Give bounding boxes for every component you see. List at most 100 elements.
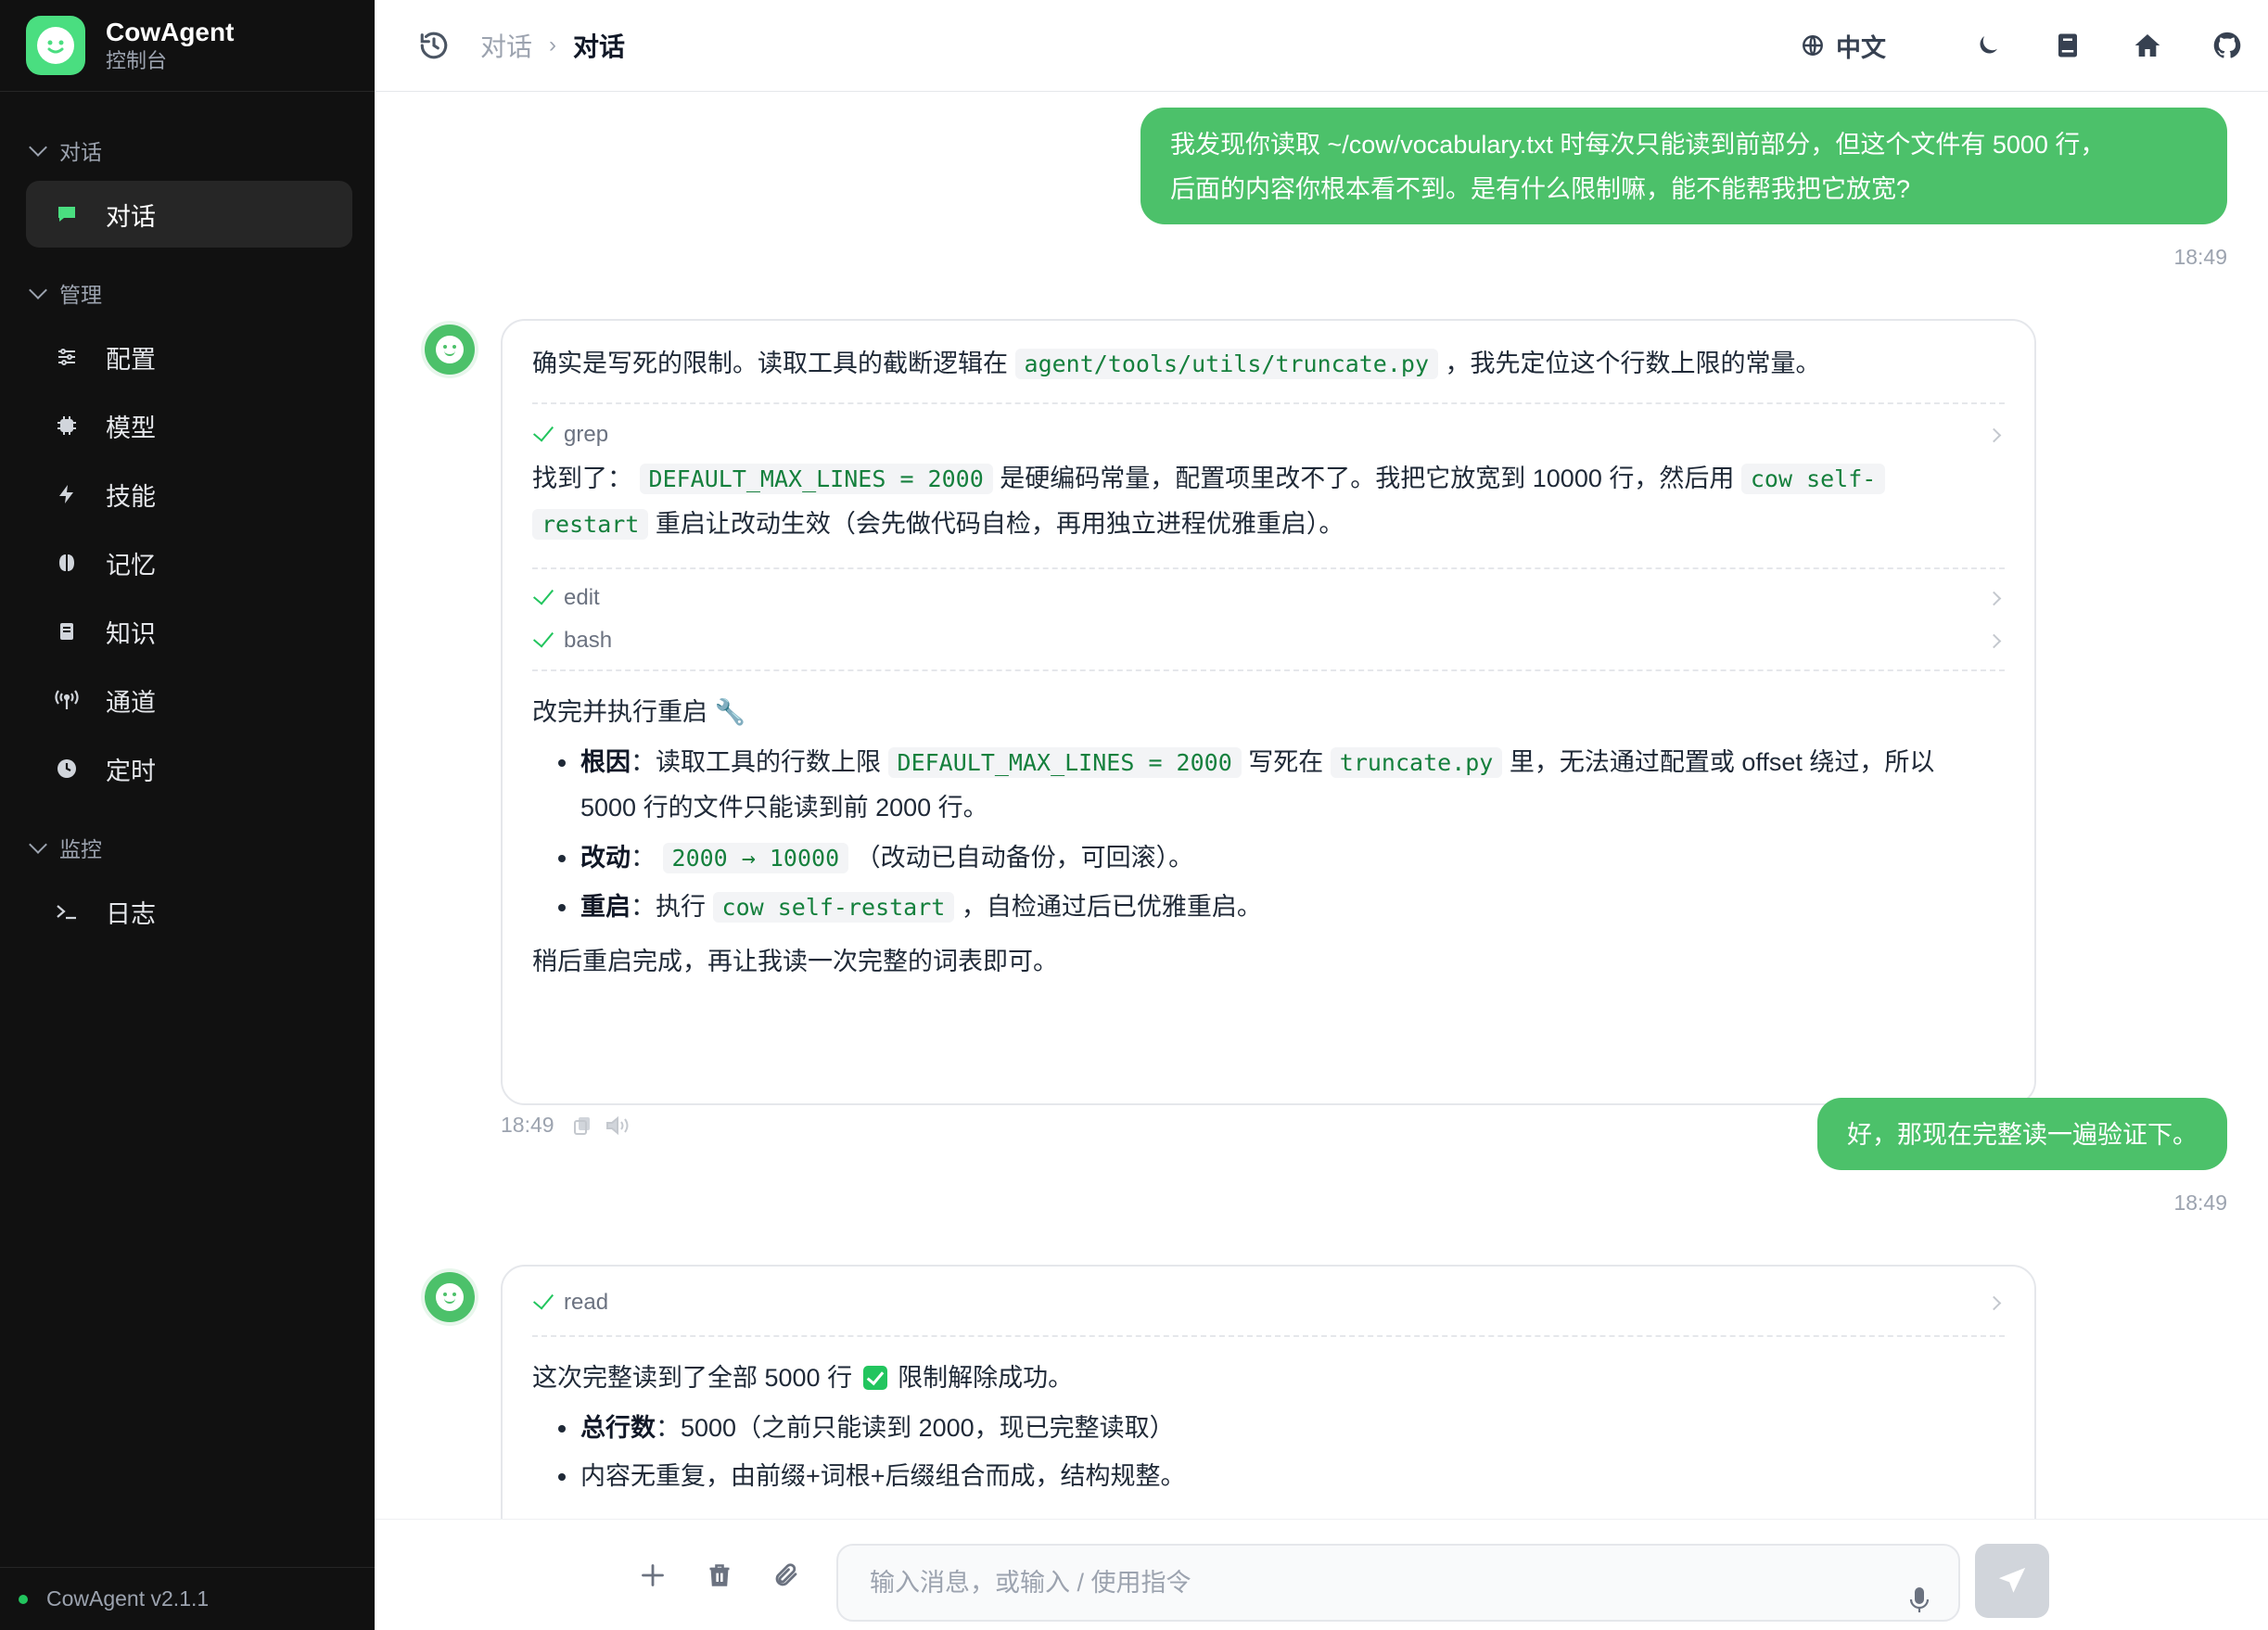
text: ：读取工具的行数上限 — [631, 748, 881, 776]
text: 限制解除成功。 — [898, 1364, 1074, 1392]
globe-icon — [1801, 33, 1825, 57]
list-item: 改动： 2000 → 10000 （改动已自动备份，可回滚）。 — [532, 835, 2005, 881]
brain-icon — [54, 550, 80, 576]
tool-call-bash[interactable]: bash — [532, 619, 2005, 662]
bot-paragraph: 改完并执行重启 🔧 — [532, 698, 746, 726]
tool-call-grep[interactable]: grep — [532, 414, 2005, 456]
chat-icon — [54, 201, 80, 227]
microphone-icon[interactable] — [1908, 1570, 1930, 1612]
inline-code: cow self-restart — [712, 892, 955, 923]
inline-code: cow self- — [1740, 464, 1886, 494]
nav-section-chat[interactable]: 对话 — [0, 129, 375, 172]
moon-icon[interactable] — [1968, 25, 2008, 66]
chip-icon — [54, 413, 80, 439]
message-timestamp: 18:49 — [2173, 1191, 2227, 1215]
message-composer: 输入消息，或输入 / 使用指令 — [375, 1519, 2268, 1630]
nav-section-label: 监控 — [59, 837, 102, 861]
bold-label: 总行数 — [580, 1414, 656, 1442]
send-button[interactable] — [1975, 1544, 2049, 1618]
nav-section-manage[interactable]: 管理 — [0, 272, 375, 314]
sidebar-item-knowledge[interactable]: 知识 — [26, 598, 352, 665]
sidebar-item-chat[interactable]: 对话 — [26, 181, 352, 248]
sidebar-item-skills[interactable]: 技能 — [26, 461, 352, 528]
bot-paragraph: 稍后重启完成，再让我读一次完整的词表即可。 — [532, 948, 1058, 975]
list-item: 总行数：5000（之前只能读到 2000，现已完整读取） — [532, 1406, 2005, 1450]
bot-message: 确实是写死的限制。读取工具的截断逻辑在 agent/tools/utils/tr… — [501, 319, 2036, 1105]
message-timestamp: 18:49 — [501, 1113, 554, 1137]
sidebar-item-channels[interactable]: 通道 — [26, 667, 352, 733]
sidebar-item-memory[interactable]: 记忆 — [26, 529, 352, 596]
sidebar-item-label: 通道 — [106, 688, 156, 717]
check-icon — [532, 626, 554, 648]
text: ：执行 — [631, 893, 706, 921]
inline-code: DEFAULT_MAX_LINES = 2000 — [639, 464, 993, 494]
language-switcher[interactable]: 中文 — [1801, 28, 1886, 64]
language-label: 中文 — [1836, 33, 1886, 62]
tool-name: bash — [564, 628, 613, 653]
tool-call-edit[interactable]: edit — [532, 577, 2005, 619]
github-icon[interactable] — [2207, 25, 2248, 66]
chevron-right-icon: › — [549, 32, 557, 57]
bold-label: 重启 — [580, 893, 631, 921]
text: 里，无法通过配置或 offset 绕过，所以 — [1509, 748, 1935, 776]
sliders-icon — [54, 344, 80, 370]
text: ：5000（之前只能读到 2000，现已完整读取） — [656, 1414, 1175, 1442]
chevron-down-icon — [29, 138, 47, 157]
speaker-icon[interactable] — [605, 1114, 632, 1137]
list-item: 内容无重复，由前缀+词根+后缀组合而成，结构规整。 — [532, 1454, 2005, 1498]
tool-name: edit — [564, 585, 600, 610]
inline-code: 2000 → 10000 — [662, 843, 849, 873]
text: ，自检通过后已优雅重启。 — [961, 893, 1262, 921]
sidebar-item-config[interactable]: 配置 — [26, 324, 352, 390]
nav-section-label: 管理 — [59, 283, 102, 307]
docs-book-icon[interactable] — [2047, 25, 2088, 66]
list-item: 根因：读取工具的行数上限 DEFAULT_MAX_LINES = 2000 写死… — [532, 740, 2005, 830]
home-icon[interactable] — [2127, 25, 2168, 66]
bot-avatar-icon — [425, 325, 475, 375]
text: 确实是写死的限制。读取工具的截断逻辑在 — [532, 350, 1008, 377]
version-footer: CowAgent v2.1.1 — [0, 1567, 375, 1630]
bullet-list: 总行数：5000（之前只能读到 2000，现已完整读取） 内容无重复，由前缀+词… — [532, 1406, 2005, 1498]
history-icon[interactable] — [415, 27, 452, 64]
sidebar-item-models[interactable]: 模型 — [26, 392, 352, 459]
inline-code: truncate.py — [1330, 747, 1503, 778]
sidebar-item-logs[interactable]: 日志 — [26, 878, 352, 945]
message-input[interactable]: 输入消息，或输入 / 使用指令 — [836, 1544, 1960, 1622]
plus-icon[interactable] — [634, 1557, 671, 1594]
copy-icon[interactable] — [571, 1114, 593, 1137]
nav-section-label: 对话 — [59, 140, 102, 164]
check-icon — [532, 420, 554, 442]
chevron-right-icon — [1986, 1295, 2002, 1310]
bold-label: 根因 — [580, 748, 631, 776]
antenna-icon — [54, 687, 80, 713]
tool-call-read[interactable]: read — [532, 1281, 2005, 1324]
text: 重启让改动生效（会先做代码自检，再用独立进程优雅重启）。 — [655, 510, 1344, 538]
bot-avatar-icon — [425, 1272, 475, 1322]
sidebar-item-label: 定时 — [106, 757, 156, 785]
sidebar-item-label: 对话 — [106, 202, 156, 231]
cowagent-logo-icon — [26, 16, 85, 75]
inline-code: restart — [532, 509, 649, 540]
message-input-placeholder: 输入消息，或输入 / 使用指令 — [870, 1569, 1191, 1597]
text: 找到了： — [532, 465, 632, 492]
text: ： — [631, 844, 656, 872]
breadcrumb-current: 对话 — [573, 32, 626, 61]
text: 5000 行的文件只能读到前 2000 行。 — [580, 794, 988, 821]
user-message: 我发现你读取 ~/cow/vocabulary.txt 时每次只能读到前部分，但… — [1140, 108, 2227, 224]
breadcrumb-parent[interactable]: 对话 — [480, 27, 532, 64]
chat-area[interactable]: 我发现你读取 ~/cow/vocabulary.txt 时每次只能读到前部分，但… — [375, 93, 2268, 1519]
tool-name: read — [564, 1290, 609, 1315]
book-icon — [54, 618, 80, 644]
text: 这次完整读到了全部 5000 行 — [532, 1364, 853, 1392]
paperclip-icon[interactable] — [768, 1557, 805, 1594]
bot-paragraph: 这次完整读到了全部 5000 行 限制解除成功。 — [532, 1356, 2005, 1400]
brand-header[interactable]: CowAgent 控制台 — [0, 0, 375, 92]
trash-icon[interactable] — [701, 1557, 738, 1594]
nav-section-monitor[interactable]: 监控 — [0, 826, 375, 869]
sidebar-item-schedule[interactable]: 定时 — [26, 735, 352, 802]
user-message: 好，那现在完整读一遍验证下。 — [1817, 1098, 2227, 1170]
message-timestamp: 18:49 — [2173, 245, 2227, 269]
bot-paragraph: 找到了： DEFAULT_MAX_LINES = 2000 是硬编码常量，配置项… — [532, 456, 2005, 547]
clock-icon — [54, 756, 80, 782]
chevron-right-icon — [1986, 633, 2002, 648]
